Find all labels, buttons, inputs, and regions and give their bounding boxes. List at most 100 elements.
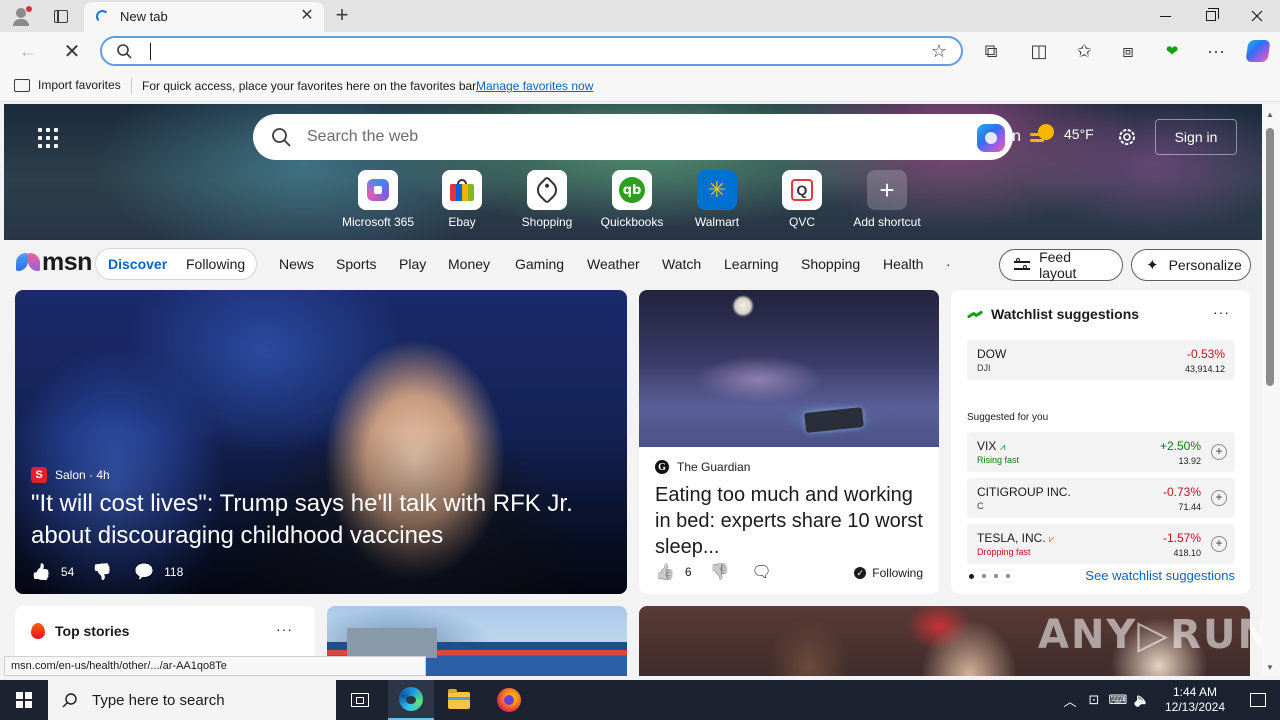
hero-article-card[interactable]: S Salon · 4h "It will cost lives": Trump…: [15, 290, 627, 594]
nav-shopping[interactable]: Shopping: [801, 256, 860, 272]
stop-loading-button[interactable]: ✕: [58, 37, 86, 65]
gear-icon[interactable]: [1116, 126, 1138, 148]
shortcut-label: Walmart: [694, 215, 740, 229]
carousel-dots[interactable]: [969, 574, 1010, 579]
sparkle-icon: ✦: [1146, 257, 1159, 274]
stock-row-vix[interactable]: VIX ⩘ Rising fast +2.50% 13.92 +: [967, 432, 1235, 472]
speaker-icon[interactable]: 🔈: [1130, 680, 1154, 720]
shortcut-walmart[interactable]: ✳ Walmart: [675, 170, 759, 229]
dislike-icon[interactable]: 👎: [92, 562, 112, 582]
like-icon[interactable]: 👍: [31, 562, 51, 582]
following-badge[interactable]: ✓ Following: [854, 566, 923, 580]
guardian-article-card[interactable]: G The Guardian Eating too much and worki…: [639, 290, 939, 594]
app-launcher-icon[interactable]: [38, 128, 58, 148]
tab-close-button[interactable]: ✕: [298, 7, 316, 25]
clock-time: 1:44 AM: [1172, 685, 1218, 699]
stock-change: -0.53%: [1186, 347, 1225, 361]
add-to-watchlist-button[interactable]: +: [1211, 536, 1227, 552]
notification-center-button[interactable]: [1236, 680, 1280, 720]
taskbar-edge[interactable]: [388, 680, 434, 720]
copilot-icon[interactable]: [1244, 37, 1272, 65]
address-input[interactable]: [148, 42, 908, 62]
personalize-button[interactable]: ✦ Personalize: [1131, 249, 1251, 281]
like-icon[interactable]: 👍: [655, 562, 675, 582]
comment-icon[interactable]: 🗨: [752, 562, 772, 582]
favorites-icon[interactable]: ✩: [1070, 37, 1098, 65]
comment-icon[interactable]: 💬: [134, 562, 154, 582]
nav-gaming[interactable]: Gaming: [515, 256, 564, 272]
shortcut-qvc[interactable]: Q QVC: [760, 170, 844, 229]
nav-learning[interactable]: Learning: [724, 256, 779, 272]
split-screen-icon[interactable]: ◫: [1025, 37, 1053, 65]
scroll-down-arrow-icon[interactable]: ▼: [1266, 663, 1274, 672]
stock-row-dow[interactable]: DOW DJI -0.53% 43,914.12: [967, 340, 1235, 380]
collections-icon[interactable]: ⧈: [1114, 37, 1142, 65]
close-window-button[interactable]: [1234, 0, 1280, 32]
add-shortcut-button[interactable]: + Add shortcut: [845, 170, 929, 229]
network-icon[interactable]: ⌨: [1106, 680, 1130, 720]
article-title[interactable]: "It will cost lives": Trump says he'll t…: [31, 488, 611, 552]
profile-icon[interactable]: [8, 4, 34, 28]
article-title[interactable]: Eating too much and working in bed: expe…: [655, 482, 927, 560]
nav-overflow[interactable]: ·: [946, 256, 951, 272]
truncated-text: n: [1012, 128, 1021, 145]
start-button[interactable]: [0, 680, 48, 720]
tab-new-tab[interactable]: New tab ✕: [84, 2, 324, 32]
stock-row-citigroup[interactable]: CITIGROUP INC. C -0.73% 71.44 +: [967, 478, 1235, 518]
copilot-icon[interactable]: [977, 124, 1005, 152]
stock-row-tesla[interactable]: TESLA, INC. ⩗ Dropping fast -1.57% 418.1…: [967, 524, 1235, 564]
see-watchlist-link[interactable]: See watchlist suggestions: [1085, 568, 1235, 583]
nav-watch[interactable]: Watch: [662, 256, 701, 272]
add-to-watchlist-button[interactable]: +: [1211, 444, 1227, 460]
tab-actions-icon[interactable]: [48, 4, 74, 28]
tab-discover[interactable]: Discover: [108, 256, 167, 272]
nav-news[interactable]: News: [279, 256, 314, 272]
chevron-up-icon[interactable]: ︿: [1058, 680, 1082, 720]
restore-button[interactable]: [1188, 0, 1234, 32]
sign-in-button[interactable]: Sign in: [1155, 119, 1237, 155]
nav-money[interactable]: Money: [448, 256, 490, 272]
new-tab-button[interactable]: +: [330, 4, 354, 28]
device-icon[interactable]: ⊡: [1082, 680, 1106, 720]
taskbar-firefox[interactable]: [486, 680, 532, 720]
nav-play[interactable]: Play: [399, 256, 426, 272]
more-options-icon[interactable]: ···: [1213, 304, 1230, 320]
system-clock[interactable]: 1:44 AM 12/13/2024: [1154, 685, 1236, 715]
star-icon[interactable]: ☆: [931, 41, 947, 62]
more-options-icon[interactable]: ···: [276, 621, 293, 637]
back-button[interactable]: ←: [14, 37, 42, 65]
more-icon[interactable]: ···: [1202, 37, 1230, 65]
trend-down-icon: ⩗: [1049, 534, 1055, 545]
shortcut-microsoft-365[interactable]: Microsoft 365: [336, 170, 420, 229]
performance-icon[interactable]: ❤: [1158, 37, 1186, 65]
nav-weather[interactable]: Weather: [587, 256, 640, 272]
minimize-button[interactable]: [1142, 0, 1188, 32]
task-view-button[interactable]: [337, 680, 383, 720]
web-search-box[interactable]: [253, 114, 1013, 160]
web-search-input[interactable]: [307, 126, 947, 148]
weather-widget[interactable]: 45°F: [1030, 124, 1094, 144]
tab-following[interactable]: Following: [186, 256, 245, 272]
msn-logo[interactable]: msn: [16, 248, 92, 276]
page-scrollbar[interactable]: ▲ ▼: [1262, 104, 1280, 676]
shortcut-shopping[interactable]: Shopping: [505, 170, 589, 229]
nav-sports[interactable]: Sports: [336, 256, 376, 272]
extensions-icon[interactable]: ⧉: [977, 37, 1005, 65]
scroll-up-arrow-icon[interactable]: ▲: [1266, 110, 1274, 119]
weather-temperature: 45°F: [1064, 126, 1094, 142]
dislike-icon[interactable]: 👎: [710, 562, 730, 582]
scrollbar-thumb[interactable]: [1266, 128, 1274, 386]
address-bar[interactable]: ☆: [100, 36, 963, 66]
manage-favorites-link[interactable]: Manage favorites now: [476, 79, 593, 93]
import-favorites-button[interactable]: Import favorites: [14, 78, 121, 92]
msn-wordmark: msn: [42, 248, 92, 276]
shortcut-ebay[interactable]: Ebay: [420, 170, 504, 229]
shortcut-quickbooks[interactable]: qb Quickbooks: [590, 170, 674, 229]
taskbar-search-placeholder: Type here to search: [92, 691, 225, 709]
add-to-watchlist-button[interactable]: +: [1211, 490, 1227, 506]
taskbar-file-explorer[interactable]: [436, 680, 482, 720]
notification-icon: [1250, 693, 1266, 707]
taskbar-search-box[interactable]: Type here to search: [48, 680, 336, 720]
feed-layout-button[interactable]: Feed layout: [999, 249, 1123, 281]
nav-health[interactable]: Health: [883, 256, 923, 272]
